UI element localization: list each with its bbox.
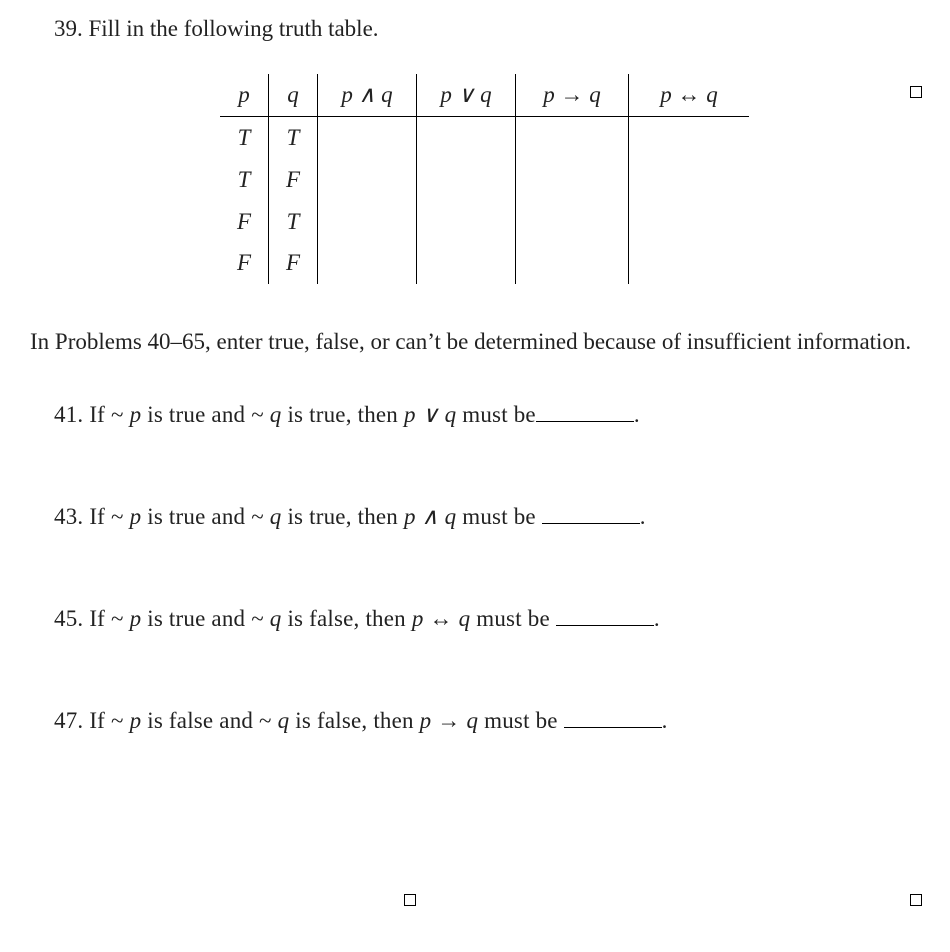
th-q: q: [287, 82, 299, 107]
t: is false, then: [289, 708, 419, 733]
cell: F: [269, 242, 318, 284]
cell: T: [269, 116, 318, 158]
marker-square-icon: [910, 86, 922, 98]
answer-blank[interactable]: [556, 604, 654, 626]
cell: F: [220, 201, 269, 243]
t: must be: [470, 606, 556, 631]
t: is true and ~: [141, 402, 270, 427]
problem-number: 47.: [54, 708, 83, 733]
expr: p ↔ q: [412, 606, 471, 631]
problem-number: 39.: [54, 16, 83, 41]
table-row: F F: [220, 242, 749, 284]
t: .: [640, 504, 646, 529]
cell: [516, 159, 629, 201]
cell: T: [220, 159, 269, 201]
marker-square-icon: [910, 894, 922, 906]
answer-blank[interactable]: [536, 400, 634, 422]
var: q: [270, 606, 282, 631]
problem-number: 41.: [54, 402, 83, 427]
answer-blank[interactable]: [542, 502, 640, 524]
th-porq: p ∨ q: [440, 82, 491, 107]
marker-square-icon: [404, 894, 416, 906]
t: .: [654, 606, 660, 631]
cell: [417, 116, 516, 158]
th-pandq: p ∧ q: [341, 82, 392, 107]
t: is false and ~: [141, 708, 277, 733]
cell: [629, 116, 750, 158]
cell: [516, 242, 629, 284]
t: .: [634, 402, 640, 427]
t: is true, then: [282, 402, 404, 427]
problem-39-statement: 39. Fill in the following truth table.: [54, 14, 920, 44]
cell: [417, 242, 516, 284]
problem-number: 45.: [54, 606, 83, 631]
table-row: T F: [220, 159, 749, 201]
cell: [629, 242, 750, 284]
cell: [318, 159, 417, 201]
instructions-text: In Problems 40–65, enter true, false, or…: [30, 324, 920, 360]
t: If ~: [89, 402, 129, 427]
expr: p ∧ q: [404, 504, 456, 529]
t: .: [662, 708, 668, 733]
problem-list: 41. If ~ p is true and ~ q is true, then…: [54, 400, 920, 736]
table-header-row: p q p ∧ q p ∨ q p → q p ↔ q: [220, 74, 749, 116]
t: If ~: [89, 708, 129, 733]
cell: T: [220, 116, 269, 158]
t: is false, then: [282, 606, 412, 631]
t: must be: [456, 402, 536, 427]
problem-text: Fill in the following truth table.: [89, 16, 379, 41]
th-piffq: p ↔ q: [660, 82, 718, 107]
t: must be: [456, 504, 542, 529]
var: p: [130, 402, 142, 427]
var: p: [130, 504, 142, 529]
cell: [318, 242, 417, 284]
t: If ~: [89, 504, 129, 529]
var: q: [278, 708, 290, 733]
var: q: [270, 504, 282, 529]
cell: [516, 116, 629, 158]
problem-41: 41. If ~ p is true and ~ q is true, then…: [54, 400, 920, 430]
var: p: [130, 708, 142, 733]
cell: [516, 201, 629, 243]
t: is true and ~: [141, 606, 270, 631]
cell: [417, 201, 516, 243]
cell: [629, 201, 750, 243]
cell: [318, 201, 417, 243]
truth-table: p q p ∧ q p ∨ q p → q p ↔ q T T: [220, 74, 749, 284]
truth-table-wrapper: p q p ∧ q p ∨ q p → q p ↔ q T T: [220, 74, 920, 284]
t: is true, then: [282, 504, 404, 529]
problem-43: 43. If ~ p is true and ~ q is true, then…: [54, 502, 920, 532]
expr: p → q: [420, 708, 479, 733]
cell: F: [269, 159, 318, 201]
cell: T: [269, 201, 318, 243]
problem-number: 43.: [54, 504, 83, 529]
cell: [417, 159, 516, 201]
cell: F: [220, 242, 269, 284]
problem-47: 47. If ~ p is false and ~ q is false, th…: [54, 706, 920, 736]
problem-45: 45. If ~ p is true and ~ q is false, the…: [54, 604, 920, 634]
var: p: [130, 606, 142, 631]
var: q: [270, 402, 282, 427]
cell: [318, 116, 417, 158]
cell: [629, 159, 750, 201]
answer-blank[interactable]: [564, 706, 662, 728]
t: If ~: [89, 606, 129, 631]
table-row: T T: [220, 116, 749, 158]
th-p: p: [238, 82, 250, 107]
expr: p ∨ q: [404, 402, 456, 427]
th-pimpq: p → q: [543, 82, 601, 107]
t: is true and ~: [141, 504, 270, 529]
table-row: F T: [220, 201, 749, 243]
t: must be: [478, 708, 564, 733]
